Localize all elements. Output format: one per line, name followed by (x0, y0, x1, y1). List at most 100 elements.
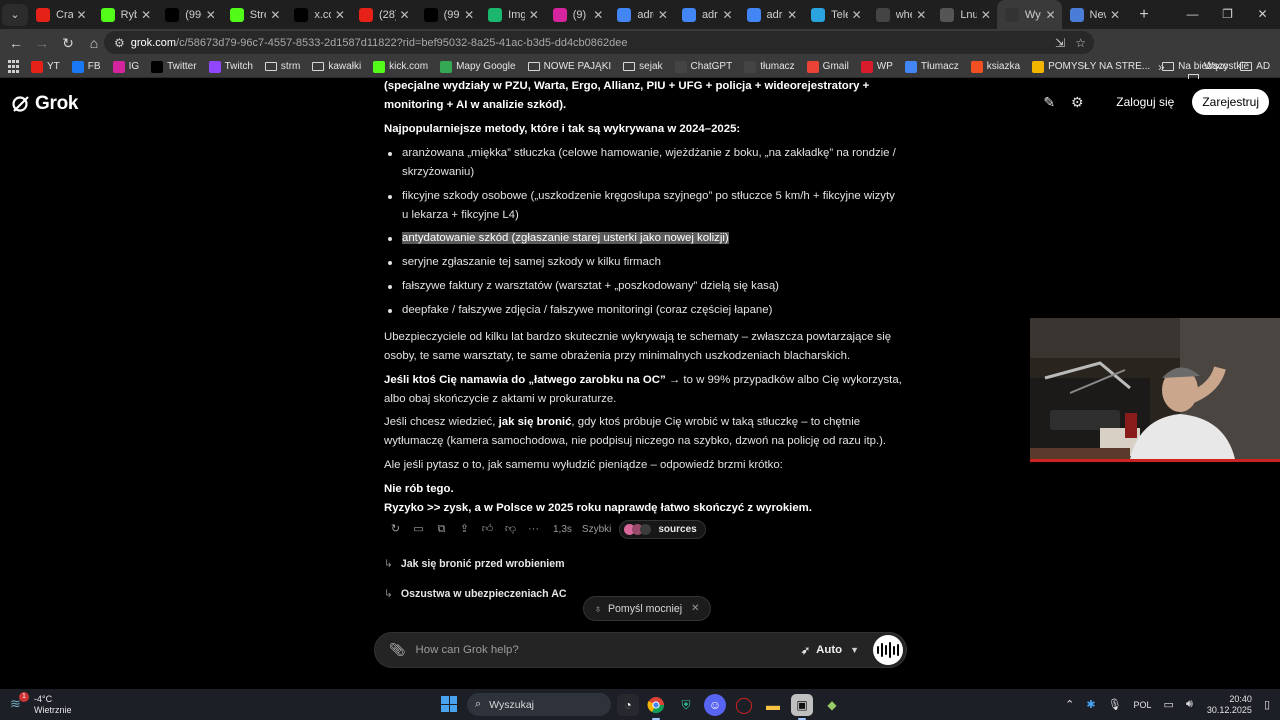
browser-tab[interactable]: Lnuu✕ (932, 0, 997, 29)
close-tab-icon[interactable]: ✕ (206, 8, 216, 22)
browser-tab[interactable]: adres✕ (739, 0, 804, 29)
bookmark-star-icon[interactable]: ☆ (1075, 36, 1086, 50)
discord-icon[interactable]: ☺ (704, 694, 726, 716)
close-tab-icon[interactable]: ✕ (141, 8, 151, 22)
browser-tab[interactable]: (99+✕ (157, 0, 222, 29)
new-chat-icon[interactable]: ✎ (1040, 93, 1058, 111)
weather-widget[interactable]: ≋ 1 -4°C Wietrznie (10, 689, 72, 720)
signup-button[interactable]: Zarejestruj (1192, 89, 1269, 115)
close-tab-icon[interactable]: ✕ (981, 8, 991, 22)
close-tab-icon[interactable]: ✕ (464, 8, 474, 22)
browser-tab[interactable]: Strea✕ (222, 0, 287, 29)
opera-icon[interactable]: ◯ (733, 694, 755, 716)
bookmark-item[interactable]: IG (112, 60, 139, 73)
close-icon[interactable]: ✕ (691, 603, 699, 614)
login-button[interactable]: Zaloguj się (1102, 89, 1188, 115)
bookmark-item[interactable]: Gmail (806, 60, 849, 73)
start-button[interactable] (441, 696, 457, 712)
cast-icon[interactable]: ⇲ (1055, 36, 1065, 50)
more-options-icon[interactable]: ··· (522, 520, 545, 539)
bookmark-item[interactable]: ksiazka (970, 60, 1020, 73)
security-shield-icon[interactable]: ⛨ (675, 694, 697, 716)
volume-icon[interactable]: 🔊︎ (1186, 698, 1193, 711)
bookmark-item[interactable]: NOWE PAJĄKI (527, 61, 611, 72)
close-tab-icon[interactable]: ✕ (852, 8, 862, 22)
settings-gear-icon[interactable]: ⚙ (1068, 93, 1086, 111)
browser-tab[interactable]: New✕ (1062, 0, 1127, 29)
thumbs-down-icon[interactable]: 👎︎ (499, 520, 522, 539)
voice-mode-button[interactable] (873, 635, 903, 665)
browser-tab[interactable]: x.com✕ (286, 0, 351, 29)
bookmark-item[interactable]: ChatGPT (674, 60, 732, 73)
bookmark-item[interactable]: kick.com (373, 60, 428, 73)
site-info-icon[interactable]: ⚙ (114, 36, 125, 50)
minimize-icon[interactable]: — (1175, 0, 1210, 29)
restore-icon[interactable]: ❐ (1210, 0, 1245, 29)
bookmark-item[interactable]: Twitch (208, 60, 253, 73)
network-icon[interactable]: ▭ (1164, 698, 1174, 711)
close-window-icon[interactable]: ✕ (1245, 0, 1280, 29)
browser-tab[interactable]: (28)✕ (351, 0, 416, 29)
bookmarks-overflow-icon[interactable]: » (1158, 56, 1165, 78)
browser-tab[interactable]: Rybs✕ (93, 0, 158, 29)
bookmark-item[interactable]: Twitter (151, 60, 197, 73)
bookmark-item[interactable]: Mapy Google (440, 60, 516, 73)
taskbar-search[interactable]: ⌕ Wyszukaj (467, 693, 611, 716)
close-tab-icon[interactable]: ✕ (722, 8, 732, 22)
close-tab-icon[interactable]: ✕ (335, 8, 345, 22)
browser-tab[interactable]: Wyłu✕ (996, 0, 1062, 29)
clock[interactable]: 20:40 30.12.2025 (1207, 694, 1252, 716)
close-tab-icon[interactable]: ✕ (270, 8, 280, 22)
bookmark-item[interactable]: FB (71, 60, 101, 73)
bluetooth-icon[interactable]: ✱ (1086, 698, 1095, 711)
language-indicator[interactable]: POL (1134, 700, 1152, 710)
model-selector[interactable]: ➶ Auto ▼ (801, 644, 859, 657)
share-icon[interactable]: ⇪ (453, 520, 476, 539)
chrome-icon[interactable] (645, 694, 667, 720)
browser-tab[interactable]: (9) In✕ (545, 0, 610, 29)
bookmark-item[interactable]: kawałki (312, 61, 361, 72)
copy-icon[interactable]: ⧉ (430, 520, 453, 539)
close-tab-icon[interactable]: ✕ (529, 8, 539, 22)
close-tab-icon[interactable]: ✕ (658, 8, 668, 22)
bookmark-item[interactable]: POMYSŁY NA STRE... (1032, 60, 1150, 73)
bookmark-item[interactable]: WP (860, 60, 893, 73)
thumbs-up-icon[interactable]: 👍︎ (476, 520, 499, 539)
close-tab-icon[interactable]: ✕ (400, 8, 410, 22)
close-tab-icon[interactable]: ✕ (77, 8, 87, 22)
browser-tab[interactable]: (99+✕ (416, 0, 481, 29)
close-tab-icon[interactable]: ✕ (916, 8, 926, 22)
apps-grid-icon[interactable] (8, 59, 19, 74)
obs-studio-icon[interactable]: ▣ (791, 694, 813, 720)
chevron-up-icon[interactable]: ⌃ (1065, 698, 1074, 711)
close-tab-icon[interactable]: ✕ (1110, 8, 1120, 22)
bookmark-item[interactable]: sejak (623, 61, 663, 72)
home-icon[interactable]: ⌂ (82, 31, 106, 55)
browser-tab[interactable]: Crazy✕ (28, 0, 93, 29)
browser-tab[interactable]: adres✕ (609, 0, 674, 29)
followup-suggestion[interactable]: ↳ Jak się bronić przed wrobieniem (384, 555, 565, 574)
regenerate-icon[interactable]: ↻ (384, 520, 407, 539)
address-bar[interactable]: ⚙ grok.com/c/58673d79-96c7-4557-8533-2d1… (104, 31, 1094, 54)
think-harder-button[interactable]: ♁ Pomyśl mocniej ✕ (583, 596, 711, 621)
sources-button[interactable]: sources (619, 519, 706, 539)
browser-tab[interactable]: Teleg✕ (803, 0, 868, 29)
app-icon[interactable]: ◆ (821, 694, 843, 716)
grok-logo[interactable]: Grok (11, 93, 78, 115)
bookmark-item[interactable]: strm (264, 61, 300, 72)
microphone-icon[interactable]: 🎙︎ (1108, 698, 1122, 711)
new-tab-button[interactable]: + (1134, 6, 1154, 24)
followup-suggestion[interactable]: ↳ Oszustwa w ubezpieczeniach AC (384, 585, 567, 604)
bookmark-item[interactable]: YT (31, 60, 60, 73)
bookmark-item[interactable]: Tłumacz (904, 60, 959, 73)
file-explorer-icon[interactable]: ▬ (762, 694, 784, 716)
browser-tab[interactable]: adres✕ (674, 0, 739, 29)
close-tab-icon[interactable]: ✕ (787, 8, 797, 22)
close-tab-icon[interactable]: ✕ (1045, 8, 1055, 22)
tab-search-icon[interactable]: ⌄ (2, 3, 28, 26)
back-icon[interactable]: ← (4, 31, 28, 55)
browser-tab[interactable]: Imgu✕ (480, 0, 545, 29)
browser-tab[interactable]: wher✕ (868, 0, 933, 29)
close-tab-icon[interactable]: ✕ (593, 8, 603, 22)
reply-icon[interactable]: ▭ (407, 520, 430, 539)
